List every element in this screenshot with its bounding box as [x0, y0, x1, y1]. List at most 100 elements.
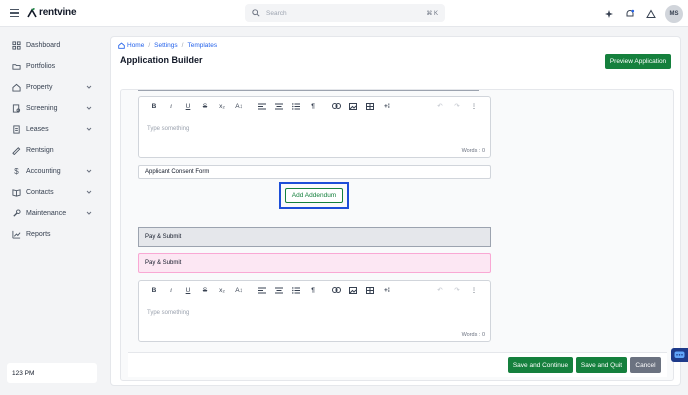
align-left-icon[interactable]	[255, 100, 269, 112]
rentvine-logo-icon	[27, 7, 37, 17]
bell-icon[interactable]	[623, 7, 637, 21]
bold-button[interactable]: B	[147, 100, 161, 112]
redo-icon[interactable]: ↷	[450, 100, 464, 112]
home-icon[interactable]	[118, 42, 125, 49]
font-size-button[interactable]: A↕	[232, 100, 246, 112]
font-size-button[interactable]: A↕	[232, 284, 246, 296]
sidebar-item-dashboard[interactable]: Dashboard	[12, 38, 92, 52]
chat-widget[interactable]	[671, 348, 688, 362]
pay-submit-section-selected[interactable]: Pay & Submit	[138, 253, 491, 273]
chevron-down-icon	[86, 106, 92, 110]
book-icon	[12, 188, 21, 197]
save-and-continue-button[interactable]: Save and Continue	[508, 357, 573, 373]
folder-icon	[12, 62, 21, 71]
sidebar-item-property[interactable]: Property	[12, 80, 92, 94]
align-left-icon[interactable]	[255, 284, 269, 296]
rich-text-editor[interactable]: B i U S x₂ A↕ ¶ +⁞ ↶ ↷ ⋮ Type something …	[138, 280, 491, 342]
sidebar-item-label: Portfolios	[26, 62, 56, 70]
brand-name: rentvine	[39, 7, 77, 18]
strikethrough-button[interactable]: S	[198, 100, 212, 112]
menu-icon[interactable]	[10, 9, 19, 17]
paragraph-icon[interactable]: ¶	[306, 100, 320, 112]
list-icon[interactable]	[289, 100, 303, 112]
alert-triangle-icon[interactable]	[644, 7, 658, 21]
underline-button[interactable]: U	[181, 100, 195, 112]
table-icon[interactable]	[363, 100, 377, 112]
sidebar-item-label: Maintenance	[26, 209, 67, 217]
sidebar-item-label: Dashboard	[26, 41, 61, 49]
screening-icon	[12, 103, 21, 113]
logo[interactable]: rentvine	[27, 7, 77, 18]
breadcrumb-separator: /	[181, 42, 184, 49]
wrench-icon	[12, 208, 21, 218]
paragraph-icon[interactable]: ¶	[306, 284, 320, 296]
rich-text-editor[interactable]: B i U S x₂ A↕ ¶ +⁞ ↶ ↷ ⋮ Type something …	[138, 96, 491, 158]
bold-button[interactable]: B	[147, 284, 161, 296]
pay-submit-section[interactable]: Pay & Submit	[138, 227, 491, 247]
breadcrumb-templates[interactable]: Templates	[187, 42, 217, 49]
editor-placeholder: Type something	[147, 126, 190, 132]
sidebar-item-accounting[interactable]: $ Accounting	[12, 164, 92, 178]
search-shortcut: ⌘ K	[426, 10, 438, 17]
insert-plus-icon[interactable]: +⁞	[380, 100, 394, 112]
sidebar-item-label: Screening	[26, 104, 58, 112]
house-icon	[12, 83, 21, 92]
top-bar: rentvine Search ⌘ K MS	[0, 0, 688, 27]
sidebar-item-maintenance[interactable]: Maintenance	[12, 206, 92, 220]
strikethrough-button[interactable]: S	[198, 284, 212, 296]
sparkle-icon[interactable]	[602, 7, 616, 21]
sidebar-item-label: Property	[26, 83, 53, 91]
subscript-button[interactable]: x₂	[215, 284, 229, 296]
subscript-button[interactable]: x₂	[215, 100, 229, 112]
image-icon[interactable]	[346, 100, 360, 112]
chart-icon	[12, 230, 21, 239]
sidebar-item-label: Leases	[26, 125, 49, 133]
redo-icon[interactable]: ↷	[450, 284, 464, 296]
main-panel: Home / Settings / Templates Application …	[110, 36, 681, 386]
more-options-icon[interactable]: ⋮	[467, 284, 481, 296]
sidebar-item-label: Contacts	[26, 188, 54, 196]
link-icon[interactable]	[329, 100, 343, 112]
chevron-down-icon	[86, 190, 92, 194]
preview-application-button[interactable]: Preview Application	[605, 54, 671, 69]
chevron-down-icon	[86, 211, 92, 215]
insert-plus-icon[interactable]: +⁞	[380, 284, 394, 296]
sidebar-item-portfolios[interactable]: Portfolios	[12, 59, 92, 73]
undo-icon[interactable]: ↶	[433, 284, 447, 296]
image-icon[interactable]	[346, 284, 360, 296]
signature-icon	[12, 146, 21, 155]
save-and-quit-button[interactable]: Save and Quit	[576, 357, 627, 373]
sidebar-item-rentsign[interactable]: Rentsign	[12, 143, 92, 157]
undo-icon[interactable]: ↶	[433, 100, 447, 112]
lease-icon	[12, 124, 21, 134]
align-center-icon[interactable]	[272, 100, 286, 112]
more-options-icon[interactable]: ⋮	[467, 100, 481, 112]
breadcrumb-settings[interactable]: Settings	[154, 42, 178, 49]
sidebar-item-label: Accounting	[26, 167, 61, 175]
link-icon[interactable]	[329, 284, 343, 296]
align-center-icon[interactable]	[272, 284, 286, 296]
applicant-consent-form-field[interactable]: Applicant Consent Form	[138, 165, 491, 179]
underline-button[interactable]: U	[181, 284, 195, 296]
avatar[interactable]: MS	[665, 4, 683, 23]
search-input[interactable]: Search	[266, 10, 426, 17]
divider	[138, 90, 479, 91]
table-icon[interactable]	[363, 284, 377, 296]
cancel-button[interactable]: Cancel	[630, 357, 661, 373]
list-icon[interactable]	[289, 284, 303, 296]
sidebar-item-leases[interactable]: Leases	[12, 122, 92, 136]
sidebar-item-reports[interactable]: Reports	[12, 227, 92, 241]
sidebar: Dashboard Portfolios Property Screening …	[0, 27, 104, 395]
search-bar[interactable]: Search ⌘ K	[245, 4, 445, 22]
sidebar-item-contacts[interactable]: Contacts	[12, 185, 92, 199]
sidebar-item-screening[interactable]: Screening	[12, 101, 92, 115]
italic-button[interactable]: i	[164, 284, 178, 296]
breadcrumb-separator: /	[148, 42, 151, 49]
chevron-down-icon	[86, 85, 92, 89]
breadcrumb-home[interactable]: Home	[127, 42, 144, 49]
grid-icon	[12, 40, 21, 50]
dollar-icon: $	[14, 166, 19, 176]
italic-button[interactable]: i	[164, 100, 178, 112]
editor-placeholder: Type something	[147, 310, 190, 316]
add-addendum-button[interactable]: Add Addendum	[285, 188, 343, 203]
